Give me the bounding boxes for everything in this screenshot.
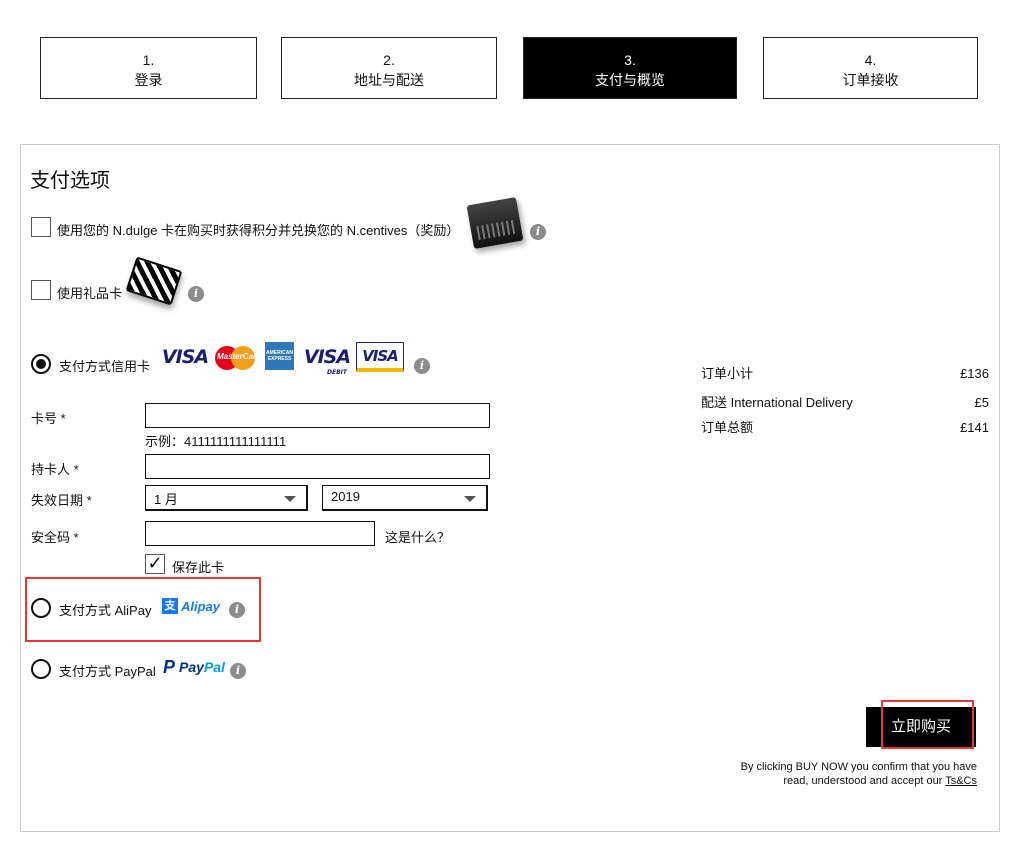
step-number: 3. (624, 52, 636, 68)
visa-debit-logo: VISA DEBIT (303, 344, 351, 376)
terms-disclaimer: By clicking BUY NOW you confirm that you… (700, 760, 977, 788)
cvv-help-link[interactable]: 这是什么？ (385, 527, 450, 546)
card-number-label: 卡号 * (31, 411, 66, 426)
info-icon[interactable]: i (229, 602, 245, 618)
paypal-logo-text-1: Pay (179, 659, 204, 675)
expiry-month-select[interactable]: 1 月 (145, 485, 308, 511)
step-label: 地址与配送 (354, 72, 424, 88)
delivery-value: £5 (974, 395, 989, 410)
paypal-logo-text-2: Pal (203, 659, 225, 675)
paypal-label: 支付方式 PayPal (59, 664, 156, 679)
ndulge-label: 使用您的 N.dulge 卡在购买时获得积分并兑换您的 N.centives（奖… (57, 223, 460, 238)
subtotal-value: £136 (960, 366, 989, 381)
paypal-radio[interactable] (31, 659, 51, 679)
cardholder-input[interactable] (145, 454, 490, 479)
step-address-delivery[interactable]: 2. 地址与配送 (281, 37, 497, 99)
giftcard-checkbox[interactable] (31, 280, 51, 300)
alipay-label: 支付方式 AliPay (59, 603, 152, 618)
step-number: 1. (142, 52, 155, 68)
mastercard-logo-text: MasterCard (217, 352, 262, 361)
step-order-received: 4. 订单接收 (763, 37, 978, 99)
paypal-icon: P (163, 656, 176, 677)
ndulge-card-image (466, 196, 524, 250)
total-label: 订单总额 (701, 420, 754, 435)
cvv-input[interactable] (145, 521, 375, 546)
step-label: 登录 (134, 72, 163, 88)
expiry-label: 失效日期 * (31, 493, 92, 508)
info-icon[interactable]: i (188, 286, 204, 302)
summary-subtotal: 订单小计 £136 (701, 363, 989, 382)
disclaimer-line-1: By clicking BUY NOW you confirm that you… (740, 761, 977, 773)
visa-electron-logo: VISA (356, 342, 404, 372)
chevron-down-icon (464, 496, 476, 502)
expiry-year-value: 2019 (331, 489, 360, 504)
alipay-logo: 支 Alipay (162, 596, 220, 616)
info-icon[interactable]: i (414, 358, 430, 374)
credit-card-radio[interactable] (31, 354, 51, 374)
visa-logo: VISA (161, 346, 209, 368)
save-card-label: 保存此卡 (172, 560, 225, 575)
card-number-input[interactable] (145, 403, 490, 428)
delivery-label: 配送 International Delivery (701, 395, 853, 410)
step-login[interactable]: 1. 登录 (40, 37, 257, 99)
paypal-logo: P Pay Pal (163, 656, 225, 678)
ndulge-checkbox[interactable] (31, 217, 51, 237)
alipay-radio[interactable] (31, 598, 51, 618)
step-number: 2. (383, 52, 395, 68)
credit-card-label: 支付方式信用卡 (59, 359, 151, 374)
amex-logo: AMERICAN EXPRESS (265, 342, 294, 370)
summary-delivery: 配送 International Delivery £5 (701, 392, 989, 411)
mastercard-logo: MasterCard (215, 344, 261, 370)
cvv-label: 安全码 * (31, 530, 79, 545)
visa-debit-logo-text: VISA (303, 346, 351, 368)
giftcard-label: 使用礼品卡 (57, 286, 123, 301)
save-card-checkbox[interactable]: ✓ (145, 554, 165, 574)
alipay-logo-text: Alipay (181, 598, 221, 614)
step-label: 支付与概览 (595, 72, 665, 88)
summary-total: 订单总额 £141 (701, 417, 989, 436)
step-payment-overview: 3. 支付与概览 (523, 37, 737, 99)
step-number: 4. (864, 52, 877, 68)
chevron-down-icon (284, 496, 296, 502)
alipay-icon: 支 (162, 598, 178, 614)
card-number-example: 示例：4111111111111111 (145, 434, 287, 449)
expiry-year-select[interactable]: 2019 (322, 485, 488, 511)
buy-now-highlight (881, 700, 974, 749)
subtotal-label: 订单小计 (701, 366, 754, 381)
expiry-month-value: 1 月 (154, 492, 178, 507)
info-icon[interactable]: i (230, 663, 246, 679)
step-label: 订单接收 (842, 72, 899, 88)
info-icon[interactable]: i (530, 224, 546, 240)
terms-link[interactable]: Ts&Cs (945, 775, 977, 787)
visa-debit-sub: DEBIT (327, 369, 347, 376)
disclaimer-line-2: read, understood and accept our (783, 775, 946, 787)
total-value: £141 (960, 420, 989, 435)
cardholder-label: 持卡人 * (31, 462, 79, 477)
payment-options-title: 支付选项 (30, 170, 110, 192)
